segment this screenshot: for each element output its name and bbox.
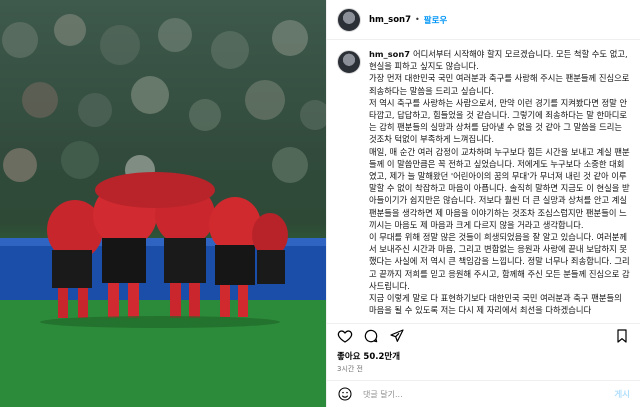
share-icon[interactable] [389,328,405,344]
comment-input[interactable]: 댓글 달기... [363,389,614,400]
emoji-icon[interactable] [337,386,353,402]
like-count[interactable]: 좋아요 50.2만개 [327,348,640,362]
action-bar [327,323,640,348]
caption-paragraph: 가장 먼저 대한민국 국민 여러분과 축구를 사랑해 주시는 팬분들께 진심으로… [369,73,630,96]
caption-body: hm_son7 어디서부터 시작해야 할지 모르겠습니다. 모든 척할 수도 없고… [369,48,630,323]
caption-paragraph: hm_son7 어디서부터 시작해야 할지 모르겠습니다. 모든 척할 수도 없고… [369,48,630,72]
username[interactable]: hm_son7 [369,15,411,25]
comment-bar: 댓글 달기... 게시 [327,380,640,407]
post-comment-button[interactable]: 게시 [614,388,630,400]
caption-area: hm_son7 어디서부터 시작해야 할지 모르겠습니다. 모든 척할 수도 없고… [327,40,640,323]
caption-username[interactable]: hm_son7 [369,49,410,59]
post-timestamp[interactable]: 3시간 전 [327,362,640,380]
instagram-post-view: hm_son7 • 팔로우 hm_son7 어디서부터 시작해야 할지 모르겠습니… [0,0,640,407]
post-photo[interactable] [0,0,326,407]
post-header: hm_son7 • 팔로우 [327,0,640,40]
separator-dot: • [415,15,420,24]
caption-paragraph: 저 역시 축구를 사랑하는 사람으로서, 만약 이런 경기를 지켜봤다면 정말 … [369,97,628,145]
post-side-panel: hm_son7 • 팔로우 hm_son7 어디서부터 시작해야 할지 모르겠습니… [326,0,640,407]
heart-icon[interactable] [337,328,353,344]
team-huddle-image [0,14,326,407]
caption-paragraph: 매일, 매 순간 여러 감정이 교차하며 누구보다 힘든 시간을 보내고 계실 … [369,146,630,230]
avatar[interactable] [337,7,361,32]
caption-paragraph: 지금 이렇게 말로 다 표현하기보다 대한민국 국민 여러분과 축구 팬분들의 … [369,293,622,316]
follow-button[interactable]: 팔로우 [424,14,447,26]
caption-paragraph: 이 무대를 위해 정말 많은 것들이 희생되었음을 잘 알고 있습니다. 여러분… [369,232,630,291]
caption-avatar[interactable] [337,50,361,74]
comment-icon[interactable] [363,328,379,344]
bookmark-icon[interactable] [614,328,630,344]
